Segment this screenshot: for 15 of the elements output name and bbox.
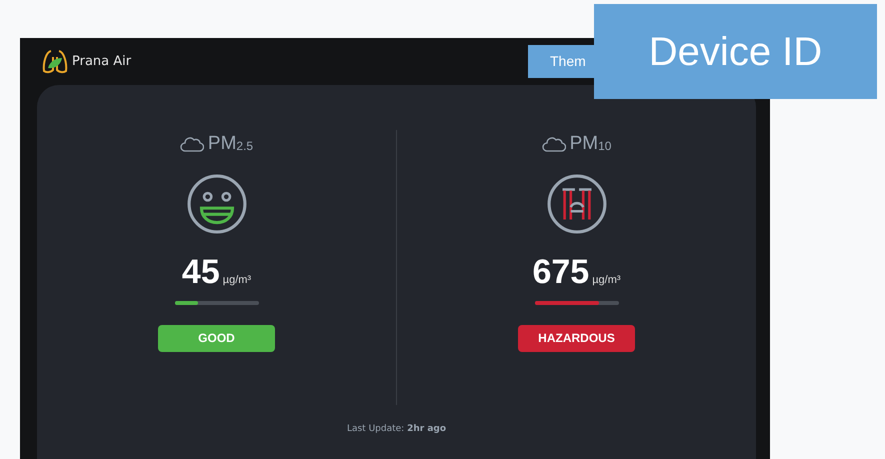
status-badge: GOOD — [158, 324, 275, 352]
unit-label: µg/m³ — [592, 273, 621, 288]
status-badge: HAZARDOUS — [518, 324, 635, 352]
cloud-icon — [542, 135, 566, 154]
lungs-leaf-logo — [42, 48, 68, 74]
reading-value: 45 — [182, 254, 220, 288]
face-icon — [186, 172, 248, 234]
face-icon — [546, 172, 608, 234]
reading-value: 675 — [532, 254, 590, 288]
unit-label: µg/m³ — [222, 273, 252, 288]
theme-button[interactable]: Them — [528, 45, 594, 78]
device-id-label: Device ID — [594, 4, 877, 99]
brand-name: Prana Air — [72, 52, 132, 71]
cloud-icon — [180, 135, 204, 154]
last-update-text: Last Update: 2hr ago — [346, 424, 446, 434]
